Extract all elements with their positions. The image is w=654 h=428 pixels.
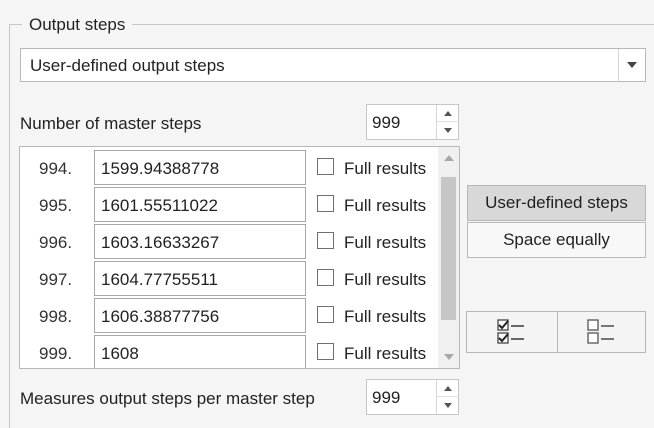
full-results-checkbox[interactable] [317, 195, 334, 212]
uncheck-all-icon [586, 319, 614, 344]
full-results-label[interactable]: Full results [344, 196, 426, 216]
arrow-down-icon [443, 354, 454, 360]
step-value-field[interactable]: 1599.94388778 [94, 150, 306, 185]
chevron-down-icon [627, 62, 637, 68]
full-results-label[interactable]: Full results [344, 307, 426, 327]
full-results-checkbox[interactable] [317, 158, 334, 175]
uncheck-all-button[interactable] [557, 311, 646, 353]
full-results-label[interactable]: Full results [344, 159, 426, 179]
list-item: 999. 1608 Full results [20, 334, 437, 368]
list-item: 997. 1604.77755511 Full results [20, 260, 437, 297]
check-all-button[interactable] [466, 311, 558, 353]
arrow-up-icon [443, 385, 452, 391]
list-item: 994. 1599.94388778 Full results [20, 149, 437, 186]
measures-value[interactable]: 999 [372, 388, 400, 408]
arrow-up-icon [443, 110, 452, 116]
spin-up-button[interactable] [437, 105, 458, 122]
measures-label: Measures output steps per master step [20, 389, 315, 408]
step-value: 1604.77755511 [101, 270, 218, 289]
scroll-down-button[interactable] [438, 347, 459, 367]
list-item: 995. 1601.55511022 Full results [20, 186, 437, 223]
scroll-up-button[interactable] [438, 148, 459, 168]
full-results-label[interactable]: Full results [344, 270, 426, 290]
space-equally-button[interactable]: Space equally [467, 222, 646, 258]
arrow-down-icon [443, 403, 452, 408]
full-results-checkbox[interactable] [317, 269, 334, 286]
full-results-checkbox[interactable] [317, 306, 334, 323]
measures-spinner[interactable]: 999 [366, 379, 459, 415]
output-mode-value: User-defined output steps [30, 56, 225, 75]
step-index: 998. [39, 307, 73, 326]
full-results-label[interactable]: Full results [344, 344, 426, 364]
dropdown-arrow-button[interactable] [618, 49, 645, 81]
step-index: 999. [39, 344, 73, 363]
list-item: 996. 1603.16633267 Full results [20, 223, 437, 260]
step-index: 997. [39, 270, 73, 289]
scrollbar-thumb[interactable] [441, 177, 456, 320]
step-value-field[interactable]: 1601.55511022 [94, 187, 306, 222]
full-results-checkbox[interactable] [317, 343, 334, 360]
user-defined-steps-button[interactable]: User-defined steps [467, 185, 646, 221]
group-title: Output steps [22, 15, 133, 35]
check-all-icon [497, 319, 524, 344]
step-value: 1601.55511022 [101, 196, 218, 215]
spin-down-button[interactable] [437, 397, 458, 414]
step-value-field[interactable]: 1603.16633267 [94, 224, 306, 259]
spinner-buttons [436, 380, 458, 414]
arrow-down-icon [443, 128, 452, 133]
step-value-field[interactable]: 1606.38877756 [94, 298, 306, 333]
master-steps-spinner[interactable]: 999 [366, 104, 459, 140]
spinner-buttons [436, 105, 458, 139]
output-steps-list[interactable]: 994. 1599.94388778 Full results 995. 160… [19, 146, 460, 369]
output-mode-dropdown[interactable]: User-defined output steps [20, 48, 646, 82]
master-steps-value[interactable]: 999 [372, 113, 400, 133]
step-index: 995. [39, 196, 73, 215]
full-results-checkbox[interactable] [317, 232, 334, 249]
step-value: 1599.94388778 [101, 159, 220, 178]
full-results-label[interactable]: Full results [344, 233, 426, 253]
step-index: 994. [39, 159, 73, 178]
master-steps-label: Number of master steps [20, 114, 202, 133]
step-value-field[interactable]: 1604.77755511 [94, 261, 306, 296]
list-scrollbar[interactable] [438, 147, 459, 368]
arrow-up-icon [443, 155, 454, 161]
step-index: 996. [39, 233, 73, 252]
step-value: 1603.16633267 [101, 233, 220, 252]
step-value-field[interactable]: 1608 [94, 335, 306, 368]
list-item: 998. 1606.38877756 Full results [20, 297, 437, 334]
step-value: 1608 [101, 344, 139, 363]
spin-up-button[interactable] [437, 380, 458, 397]
spin-down-button[interactable] [437, 122, 458, 139]
step-value: 1606.38877756 [101, 307, 220, 326]
